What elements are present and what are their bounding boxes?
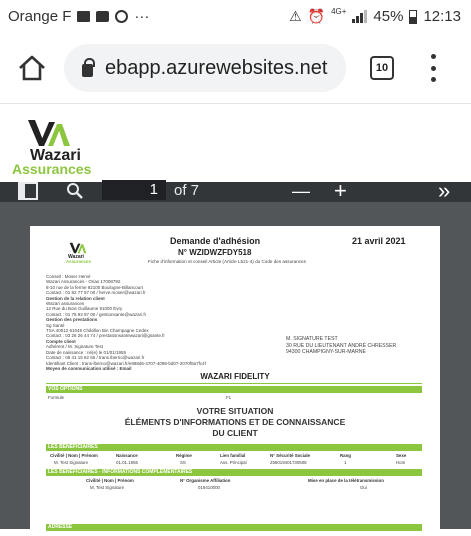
formula-label: Formule [48, 395, 65, 400]
address-line: 94300 CHAMPIGNY-SUR-MARNE [286, 349, 366, 356]
battery-percent: 45% [373, 8, 404, 25]
table-cell: 019410000 [198, 485, 220, 490]
divider [46, 383, 422, 384]
message-notification-icon [96, 11, 110, 22]
document-subtitle: Fiche d'information et conseil Article (… [148, 259, 306, 264]
browser-menu-icon[interactable] [428, 54, 438, 82]
search-icon[interactable] [66, 182, 84, 200]
home-icon[interactable] [16, 52, 48, 84]
status-bar: Orange F ··· ⚠ ⏰ 4G+ 45% 12:13 [0, 0, 471, 34]
address-line: M. SIGNATURE TEST [286, 336, 338, 342]
tab-switcher-button[interactable]: 10 [370, 56, 394, 80]
client-info-block: Conseil : Moser Hervé Wazari Assurances … [46, 274, 256, 371]
wazari-logo-icon[interactable] [26, 118, 72, 148]
pdf-page: Wazari Assurances Demande d'adhésion N° … [30, 226, 440, 536]
situation-title-3: DU CLIENT [212, 428, 258, 438]
zoom-in-button[interactable]: + [334, 180, 347, 202]
url-text[interactable]: ebapp.azurewebsites.net [105, 57, 327, 80]
page-total: of 7 [174, 182, 200, 199]
page-number-input[interactable]: 1 [102, 180, 166, 200]
section-beneficiaires: LES BÉNÉFICIAIRES [46, 444, 422, 451]
table-header: Naissance [116, 453, 138, 458]
more-tools-button[interactable]: » [438, 180, 450, 202]
address-line: 30 RUE DU LIEUTENANT ANDRÉ CHRESSER [286, 342, 397, 349]
document-date: 21 avril 2021 [352, 236, 406, 246]
address-bar[interactable]: ebapp.azurewebsites.net [64, 44, 346, 92]
tab-count: 10 [375, 62, 389, 74]
document-title: Demande d'adhésion [170, 236, 261, 246]
table-cell: SS [180, 460, 186, 465]
clock-time: 12:13 [423, 8, 461, 25]
table-header: Civilité | Nom | Prénom [86, 478, 134, 483]
pdf-toolbar: 1 of 7 — + » [0, 180, 471, 202]
sidebar-toggle-icon[interactable] [18, 182, 38, 200]
table-header: Régime [176, 453, 192, 458]
table-header: N° Organisme Affiliation [180, 478, 231, 483]
situation-title: VOTRE SITUATION [196, 406, 274, 416]
table-cell: M. Test Signature [54, 460, 89, 465]
table-cell: Oui [360, 485, 367, 490]
zoom-out-button[interactable]: — [292, 182, 310, 200]
section-complementaires: LES BÉNÉFICIAIRES - INFORMATIONS COMPLÉM… [46, 469, 422, 476]
app-notification-icon [115, 10, 129, 23]
formula-value: F1 [226, 395, 232, 400]
table-cell: Ass. Principal [220, 460, 247, 465]
table-cell: M. Test Signature [90, 485, 125, 490]
postal-address: M. SIGNATURE TEST 30 RUE DU LIEUTENANT A… [286, 336, 396, 356]
pdf-viewer: 1 of 7 — + » Wazari Assurances Demande d… [0, 180, 471, 536]
site-header: Wazari Assurances [0, 104, 471, 182]
info-line: Moyen de communication utilisé : Email [46, 365, 132, 371]
table-cell: 255019401730508 [270, 460, 307, 465]
network-type: 4G+ [331, 7, 347, 16]
lock-icon [82, 57, 95, 77]
table-header: Rang [340, 453, 351, 458]
browser-toolbar: ebapp.azurewebsites.net 10 [0, 34, 471, 104]
table-cell: Hom [396, 460, 406, 465]
brand-tagline: Assurances [12, 161, 92, 177]
table-header: Sexe [396, 453, 407, 458]
section-options: VOS OPTIONS [46, 386, 422, 393]
table-header: Mise en place de la télétransmission [308, 478, 384, 483]
document-number: N° WZIDWZFDY518 [178, 248, 252, 257]
signal-strength-icon [352, 10, 368, 23]
section-adresse: ADRESSE [46, 524, 422, 531]
situation-title-2: ÉLÉMENTS D'INFORMATIONS ET DE CONNAISSAN… [124, 417, 346, 427]
gallery-notification-icon [77, 11, 91, 22]
alarm-icon: ⏰ [307, 8, 326, 24]
table-header: Lien familial [220, 453, 246, 458]
table-header: Civilité | Nom | Prénom [50, 453, 98, 458]
more-notifications-indicator: ··· [134, 8, 150, 25]
document-logo-sub: Assurances [66, 259, 91, 264]
document-logo-icon [69, 242, 87, 254]
table-header: N° Sécurité Sociale [270, 453, 311, 458]
warning-icon: ⚠ [289, 8, 302, 24]
table-cell: 1 [344, 460, 347, 465]
table-cell: 01.01.1955 [116, 460, 138, 465]
carrier-name: Orange F [8, 8, 72, 25]
battery-icon [409, 9, 418, 24]
product-name: WAZARI FIDELITY [200, 372, 270, 381]
